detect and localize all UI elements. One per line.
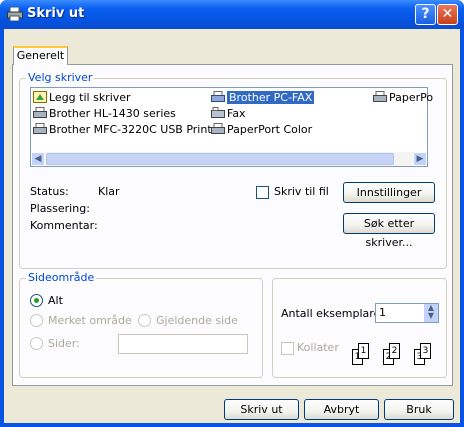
- scroll-left-icon[interactable]: ◀: [31, 152, 45, 166]
- settings-button[interactable]: Innstillinger: [343, 182, 435, 203]
- dialog-body: Generelt Velg skriver Legg til skriver B…: [4, 29, 460, 423]
- radio-all[interactable]: [30, 294, 43, 307]
- printer-group-label: Velg skriver: [26, 71, 95, 84]
- printer-icon: [33, 123, 47, 134]
- printer-item-label: Brother MFC-3220C USB Printer: [49, 123, 223, 136]
- printer-icon: [211, 123, 225, 134]
- printer-item-label-selected: Brother PC-FAX: [227, 91, 315, 104]
- scroll-right-icon[interactable]: ▶: [413, 152, 427, 166]
- comment-label: Kommentar:: [30, 219, 98, 232]
- copies-label: Antall eksemplarer:: [281, 307, 389, 320]
- printer-item-pcfax[interactable]: Brother PC-FAX: [211, 90, 315, 106]
- add-printer-icon: [33, 91, 47, 103]
- copies-spinner[interactable]: 1 ▲ ▼: [375, 303, 439, 323]
- printer-title-icon: [7, 7, 23, 21]
- printer-item-add[interactable]: Legg til skriver: [33, 90, 131, 106]
- printer-list-scrollbar[interactable]: ◀ ▶: [31, 152, 427, 166]
- cancel-button[interactable]: Avbryt: [304, 399, 379, 420]
- fax-icon: [211, 107, 225, 118]
- copies-value: 1: [379, 306, 386, 319]
- printer-item-label: PaperPo: [389, 91, 434, 104]
- find-printer-button[interactable]: Søk etter skriver...: [343, 213, 435, 249]
- printer-item-label: Legg til skriver: [49, 91, 131, 104]
- window-title: Skriv ut: [27, 6, 85, 21]
- close-button[interactable]: ✕: [437, 4, 458, 25]
- pages-input[interactable]: [118, 334, 248, 354]
- status-value: Klar: [98, 185, 120, 198]
- tab-generelt[interactable]: Generelt: [13, 46, 68, 65]
- page-range-label: Sideområde: [26, 271, 97, 284]
- page-range-group: Sideområde: [19, 271, 263, 378]
- printer-icon: [33, 107, 47, 118]
- collate-checkbox[interactable]: [281, 342, 294, 355]
- collate-page: 1: [358, 343, 369, 359]
- radio-pages[interactable]: [30, 337, 43, 350]
- title-bar[interactable]: Skriv ut ? ✕: [0, 0, 464, 29]
- print-dialog: Skriv ut ? ✕ Generelt Velg skriver Legg …: [0, 0, 464, 427]
- printer-item-paperport-color[interactable]: PaperPort Color: [211, 122, 312, 138]
- tab-panel: Velg skriver Legg til skriver Brother HL…: [12, 64, 453, 386]
- location-label: Plassering:: [30, 202, 90, 215]
- scroll-thumb[interactable]: [46, 153, 394, 165]
- status-label: Status:: [30, 185, 69, 198]
- printer-item-label: Fax: [227, 107, 246, 120]
- printer-item-fax[interactable]: Fax: [211, 106, 246, 122]
- help-button[interactable]: ?: [415, 4, 436, 25]
- radio-selected-dot: [34, 298, 39, 303]
- printer-item-label: PaperPort Color: [227, 123, 313, 136]
- spinner-arrows-icon[interactable]: ▲ ▼: [423, 304, 438, 322]
- print-button[interactable]: Skriv ut: [224, 399, 299, 420]
- radio-selection[interactable]: [30, 314, 43, 327]
- collate-page: 3: [420, 343, 431, 359]
- printer-item-label: Brother HL-1430 series: [49, 107, 176, 120]
- radio-selection-label[interactable]: Merket område: [48, 314, 132, 327]
- print-to-file-checkbox[interactable]: [256, 186, 269, 199]
- print-to-file-label[interactable]: Skriv til fil: [274, 185, 329, 198]
- printer-icon: [373, 91, 387, 102]
- radio-current-page-label[interactable]: Gjeldende side: [156, 314, 238, 327]
- collate-page: 2: [389, 343, 400, 359]
- fax-printer-icon: [211, 91, 225, 102]
- printer-list[interactable]: Legg til skriver Brother HL-1430 series …: [30, 87, 433, 167]
- apply-button[interactable]: Bruk: [384, 399, 454, 420]
- radio-all-label[interactable]: Alt: [48, 294, 63, 307]
- printer-item-paperport[interactable]: PaperPo: [373, 90, 433, 106]
- radio-current-page[interactable]: [138, 314, 151, 327]
- collate-label[interactable]: Kollater: [297, 341, 339, 354]
- printer-item-mfc3220c[interactable]: Brother MFC-3220C USB Printer: [33, 122, 223, 138]
- radio-pages-label[interactable]: Sider:: [48, 337, 80, 350]
- printer-item-hl1430[interactable]: Brother HL-1430 series: [33, 106, 176, 122]
